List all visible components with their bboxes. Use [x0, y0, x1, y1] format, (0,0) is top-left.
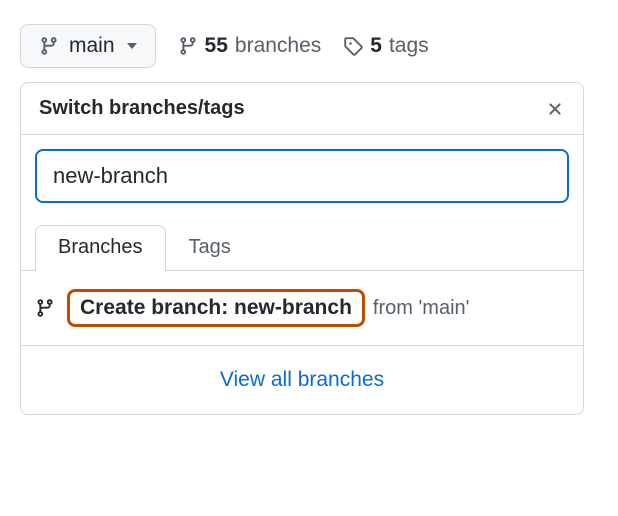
git-branch-icon — [178, 36, 198, 56]
create-branch-label: Create branch: new-branch — [67, 289, 365, 327]
caret-down-icon — [127, 43, 137, 49]
current-branch-label: main — [69, 34, 115, 58]
branch-select-button[interactable]: main — [20, 24, 156, 68]
popover-title: Switch branches/tags — [39, 97, 245, 120]
tags-count: 5 — [370, 34, 382, 58]
ref-type-tabs: Branches Tags — [21, 203, 583, 271]
tags-label: tags — [389, 34, 429, 58]
branch-search-input[interactable] — [35, 149, 569, 203]
branches-stat[interactable]: 55 branches — [178, 34, 322, 58]
close-icon — [545, 99, 565, 119]
tab-branches[interactable]: Branches — [35, 225, 166, 271]
tag-icon — [343, 36, 363, 56]
search-container — [21, 135, 583, 203]
branches-label: branches — [235, 34, 321, 58]
tags-stat[interactable]: 5 tags — [343, 34, 428, 58]
view-all-branches-link[interactable]: View all branches — [220, 368, 384, 391]
create-branch-from: from 'main' — [373, 297, 470, 320]
create-branch-row[interactable]: Create branch: new-branch from 'main' — [21, 271, 583, 346]
git-branch-icon — [35, 298, 55, 318]
repo-toolbar: main 55 branches 5 tags — [20, 20, 598, 82]
branch-switcher-popover: Switch branches/tags Branches Tags Creat… — [20, 82, 584, 415]
close-button[interactable] — [545, 99, 565, 119]
tab-tags[interactable]: Tags — [166, 225, 254, 271]
view-all-container: View all branches — [21, 346, 583, 414]
popover-header: Switch branches/tags — [21, 83, 583, 135]
branches-count: 55 — [205, 34, 228, 58]
git-branch-icon — [39, 36, 59, 56]
